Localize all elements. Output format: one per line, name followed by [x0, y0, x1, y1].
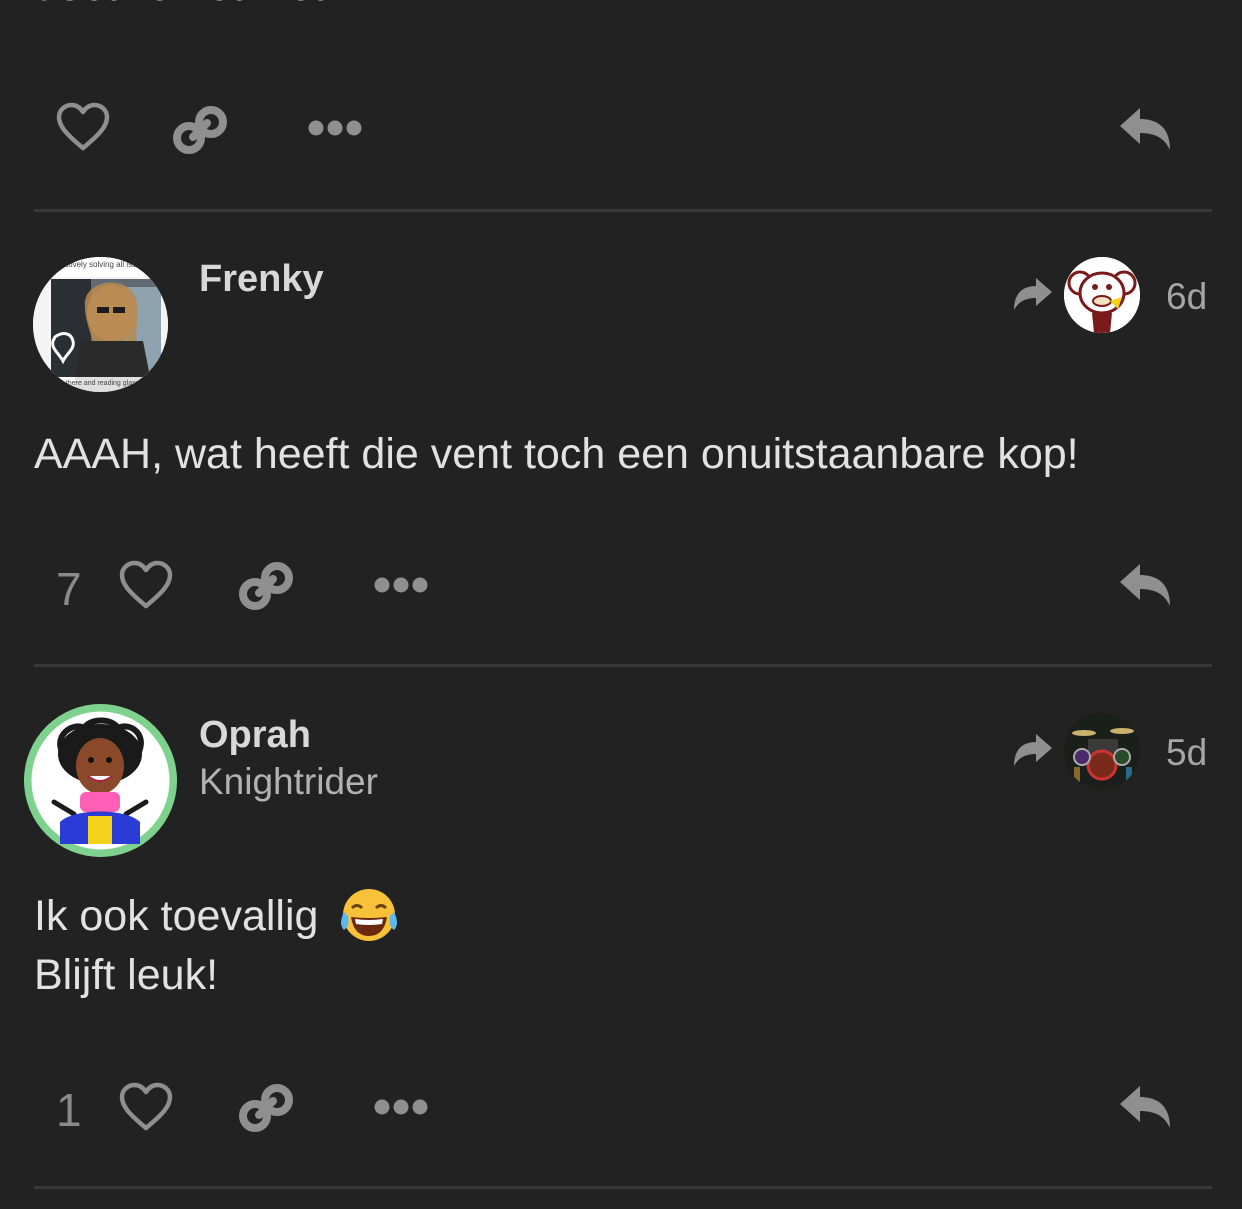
- reply-button[interactable]: [1118, 104, 1172, 154]
- heart-outline-icon: [119, 1082, 173, 1131]
- user-photo-avatar-icon: begin effectively solving all issues in …: [33, 257, 168, 392]
- post-age[interactable]: 6d: [1166, 276, 1207, 318]
- copy-link-button[interactable]: [238, 558, 294, 614]
- post-body-text: Ik ook toevallig: [34, 892, 319, 940]
- link-icon: [239, 1084, 293, 1132]
- link-icon: [239, 562, 293, 610]
- like-button[interactable]: [119, 560, 173, 610]
- reply-button[interactable]: [1118, 560, 1172, 610]
- avatar-caption-top: begin effectively solving all issues in …: [33, 260, 168, 269]
- heart-outline-icon: [56, 102, 110, 151]
- reply-icon: [1120, 108, 1170, 150]
- more-actions-button[interactable]: [308, 117, 362, 139]
- reply-to-avatar[interactable]: [1064, 257, 1140, 333]
- ellipsis-icon: [374, 1099, 428, 1115]
- previous-post-cutoff-text: doet 'ie het niet...: [34, 0, 360, 11]
- username[interactable]: Oprah: [199, 714, 311, 757]
- like-button[interactable]: [119, 1082, 173, 1132]
- monkey-avatar-icon: [1064, 257, 1140, 333]
- link-icon: [173, 106, 227, 154]
- copy-link-button[interactable]: [172, 102, 228, 158]
- avatar[interactable]: begin effectively solving all issues in …: [33, 257, 168, 392]
- reply-to-indicator[interactable]: [1012, 732, 1054, 768]
- ellipsis-icon: [374, 577, 428, 593]
- more-actions-button[interactable]: [374, 1096, 428, 1118]
- copy-link-button[interactable]: [238, 1080, 294, 1136]
- post-divider: [34, 664, 1212, 667]
- reply-to-arrow-icon: [1014, 734, 1052, 766]
- post-age[interactable]: 5d: [1166, 732, 1207, 774]
- oprah-cartoon-avatar-icon: [24, 704, 177, 857]
- like-count[interactable]: 7: [56, 566, 82, 612]
- drum-kit-avatar-icon: [1064, 713, 1140, 789]
- like-count[interactable]: 1: [56, 1087, 82, 1133]
- reply-to-indicator[interactable]: [1012, 276, 1054, 312]
- avatar-caption-bottom: just there and reading glass of: [52, 380, 147, 387]
- post-divider: [34, 209, 1212, 212]
- reply-button[interactable]: [1118, 1082, 1172, 1132]
- ellipsis-icon: [308, 120, 362, 136]
- reply-icon: [1120, 1086, 1170, 1128]
- reply-to-arrow-icon: [1014, 278, 1052, 310]
- joy-emoji-icon: [341, 889, 398, 941]
- like-button[interactable]: [56, 102, 110, 152]
- heart-outline-icon: [119, 560, 173, 609]
- post-body-line: Blijft leuk!: [34, 951, 219, 999]
- reply-to-avatar[interactable]: [1064, 713, 1140, 789]
- post-body-line: AAAH, wat heeft die vent toch een onuits…: [34, 430, 1079, 478]
- username[interactable]: Frenky: [199, 258, 324, 301]
- avatar[interactable]: [24, 704, 177, 857]
- more-actions-button[interactable]: [374, 574, 428, 596]
- user-title: Knightrider: [199, 761, 378, 802]
- joy-emoji: [338, 886, 400, 944]
- post-body-line: Ik ook toevallig: [34, 886, 400, 944]
- post-divider: [34, 1186, 1212, 1189]
- reply-icon: [1120, 564, 1170, 606]
